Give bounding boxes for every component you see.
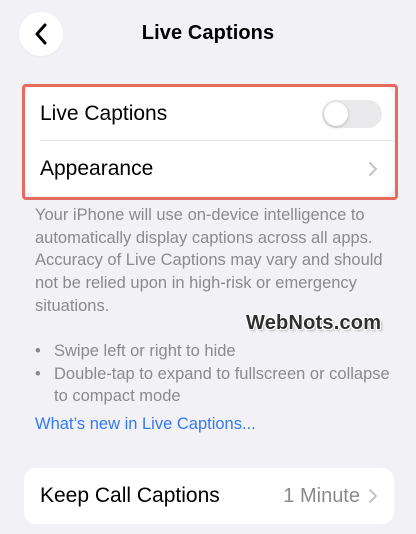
gesture-tips-list: • Swipe left or right to hide • Double-t… xyxy=(35,340,397,408)
whats-new-link[interactable]: What’s new in Live Captions... xyxy=(35,415,256,434)
keep-call-captions-row[interactable]: Keep Call Captions 1 Minute xyxy=(24,468,394,524)
chevron-right-icon xyxy=(368,488,378,504)
keep-call-captions-label: Keep Call Captions xyxy=(40,484,220,507)
page-title: Live Captions xyxy=(141,22,275,44)
appearance-label: Appearance xyxy=(40,156,154,180)
live-captions-group: Live Captions Appearance xyxy=(24,86,394,196)
description-text: Your iPhone will use on-device intellige… xyxy=(35,206,383,315)
live-captions-toggle[interactable] xyxy=(322,99,382,128)
navigation-bar: Live Captions xyxy=(0,0,416,72)
bullet-text: Double-tap to expand to fullscreen or co… xyxy=(54,364,390,406)
appearance-row[interactable]: Appearance xyxy=(24,141,394,196)
chevron-right-icon xyxy=(368,161,378,177)
live-captions-toggle-row[interactable]: Live Captions xyxy=(24,86,394,141)
keep-call-captions-value: 1 Minute xyxy=(283,484,360,507)
live-captions-toggle-label: Live Captions xyxy=(40,101,168,125)
toggle-knob xyxy=(324,101,348,126)
list-item: • Double-tap to expand to fullscreen or … xyxy=(35,363,397,408)
watermark-text: WebNots.com xyxy=(246,312,382,334)
bullet-symbol: • xyxy=(35,342,41,360)
list-item: • Swipe left or right to hide xyxy=(35,340,397,363)
bullet-text: Swipe left or right to hide xyxy=(54,342,236,360)
call-captions-group: Keep Call Captions 1 Minute xyxy=(24,468,394,524)
bullet-symbol: • xyxy=(35,364,41,383)
